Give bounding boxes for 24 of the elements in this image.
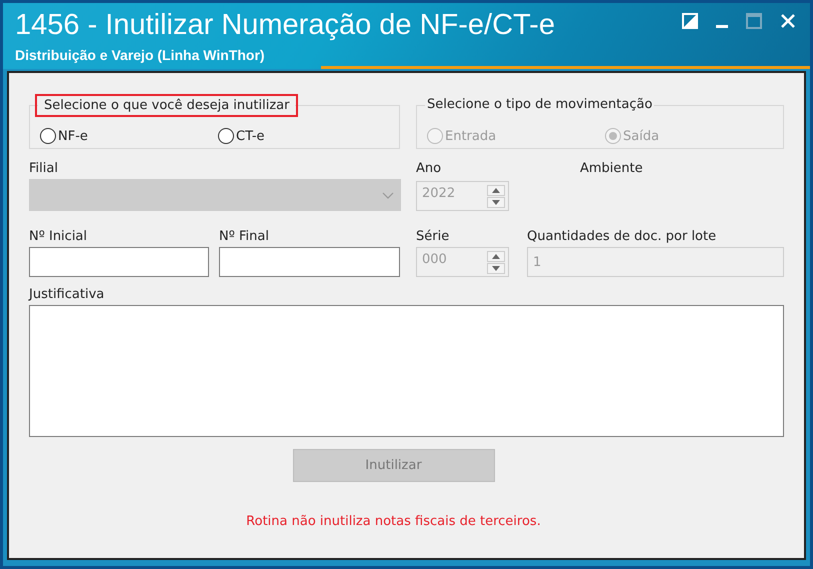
chevron-down-icon [382,192,394,198]
group-legend: Selecione o que você deseja inutilizar [38,97,296,114]
field-label: Ambiente [579,161,644,178]
input-field[interactable] [219,247,400,277]
field-label: Ano [416,161,442,178]
triangle-up-icon [492,254,500,258]
restore-icon[interactable] [682,13,698,29]
radio-option[interactable]: CT-e [218,128,396,144]
field-label: Nº Final [219,229,270,246]
close-icon[interactable] [780,13,796,29]
radio-option[interactable]: NF-e [40,128,218,144]
field-label: Nº Inicial [29,229,88,246]
triangle-down-icon [492,266,500,270]
input-field[interactable] [29,247,209,277]
triangle-down-icon [492,200,500,204]
field-label: Justificativa [29,287,106,304]
window-title: 1456 - Inutilizar Numeração de NF-e/CT-e [15,11,555,40]
field-label: Série [416,229,450,246]
field-label: Filial [29,161,59,178]
field-label: Quantidades de doc. por lote [527,229,718,246]
group-legend: Selecione o tipo de movimentação [425,97,654,112]
warning-text: Rotina não inutiliza notas fiscais de terceiros. [245,514,542,529]
window-subtitle: Distribuição e Varejo (Linha WinThor) [15,47,265,63]
triangle-up-icon [492,188,500,192]
